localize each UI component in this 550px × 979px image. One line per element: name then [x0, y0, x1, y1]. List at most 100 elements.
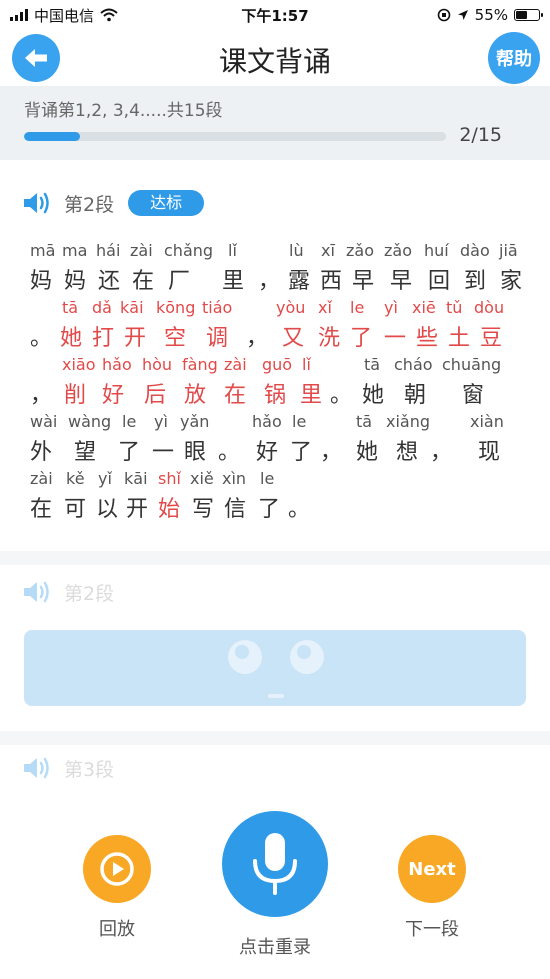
hanzi: 好: [256, 440, 279, 465]
mascot-eye-right-icon: [290, 640, 324, 674]
progress-count: 2/15: [459, 124, 502, 146]
pinyin: yǎn: [180, 412, 210, 431]
hanzi: 了: [290, 440, 313, 465]
hanzi: 了: [118, 440, 141, 465]
pinyin: xiàn: [470, 412, 504, 431]
hanzi: 还: [98, 269, 121, 294]
battery-percent: 55%: [474, 6, 508, 24]
bottom-controls: 回放 点击重录 Next 下一段: [0, 793, 550, 979]
pinyin: xiě: [190, 469, 214, 488]
pinyin: chǎng: [164, 241, 214, 260]
microphone-icon: [253, 833, 297, 895]
section-label: 第2段: [64, 193, 115, 216]
header: 课文背诵 帮助: [0, 30, 550, 86]
hanzi: 了: [258, 497, 281, 522]
section-divider: [0, 551, 550, 565]
pinyin: chuāng: [442, 355, 502, 374]
hanzi: 后: [144, 383, 167, 408]
section-header: 第2段: [22, 578, 114, 606]
pinyin: zǎo: [346, 241, 374, 260]
hanzi: 开: [124, 326, 147, 351]
help-button[interactable]: 帮助: [488, 32, 540, 84]
pinyin: zài: [130, 241, 153, 260]
pinyin: dòu: [474, 298, 505, 317]
status-badge: 达标: [128, 190, 205, 216]
hanzi: 了: [350, 326, 373, 351]
pinyin: fàng: [182, 355, 218, 374]
pinyin: lù: [289, 241, 304, 260]
pinyin: jiā: [499, 241, 518, 260]
hanzi: 在: [132, 269, 155, 294]
pinyin: xiāo: [62, 355, 96, 374]
hanzi: 空: [164, 326, 187, 351]
pinyin: kāi: [120, 298, 144, 317]
pinyin: mā: [30, 241, 56, 260]
next-button[interactable]: Next: [398, 835, 466, 903]
pinyin: yòu: [276, 298, 306, 317]
hanzi: 露: [288, 269, 311, 294]
pinyin: xìn: [222, 469, 247, 488]
hanzi: 土: [448, 326, 471, 351]
pinyin: wàng: [68, 412, 112, 431]
hanzi: 以: [96, 497, 119, 522]
hanzi: 始: [158, 497, 181, 522]
hanzi: ，: [258, 269, 281, 294]
pinyin: tā: [62, 298, 79, 317]
record-button[interactable]: [222, 811, 328, 917]
pinyin: xiǎng: [386, 412, 431, 431]
pinyin: huí: [424, 241, 449, 260]
battery-icon: [514, 9, 543, 21]
hanzi: 在: [224, 383, 247, 408]
hanzi: 朝: [404, 383, 427, 408]
pinyin: le: [122, 412, 137, 431]
hanzi: 厂: [168, 269, 191, 294]
hanzi: 西: [320, 269, 343, 294]
hanzi: 些: [416, 326, 439, 351]
hanzi: 早: [352, 269, 375, 294]
hanzi: 。: [30, 326, 53, 351]
orientation-lock-icon: [437, 8, 450, 22]
pinyin: zài: [30, 469, 53, 488]
pinyin: lǐ: [228, 241, 237, 260]
pinyin: shǐ: [158, 469, 181, 488]
hanzi: 窗: [462, 383, 485, 408]
speaker-icon[interactable]: [22, 189, 52, 217]
hanzi: 可: [64, 497, 87, 522]
pinyin: wài: [30, 412, 58, 431]
section-divider: [0, 731, 550, 745]
pinyin: zǎo: [384, 241, 412, 260]
section-label: 第2段: [64, 582, 115, 605]
status-bar: 中国电信 下午1:57 55%: [0, 0, 550, 30]
hanzi: 。: [288, 497, 311, 522]
pinyin: xǐ: [318, 298, 332, 317]
hanzi: 。: [330, 383, 353, 408]
hanzi: 在: [30, 497, 53, 522]
pinyin: yǐ: [98, 469, 112, 488]
pinyin: xiē: [412, 298, 436, 317]
hanzi: 到: [464, 269, 487, 294]
recording-panel[interactable]: [24, 630, 526, 706]
hanzi: 回: [428, 269, 451, 294]
pinyin: yì: [154, 412, 168, 431]
hanzi: 眼: [184, 440, 207, 465]
replay-button[interactable]: [83, 835, 151, 903]
pinyin: zài: [224, 355, 247, 374]
recitation-progress: 背诵第1,2, 3,4.....共15段 2/15: [0, 86, 550, 160]
record-label: 点击重录: [239, 937, 311, 958]
hanzi: 信: [224, 497, 247, 522]
speaker-icon[interactable]: [22, 578, 52, 606]
hanzi: 里: [222, 269, 245, 294]
hanzi: 锅: [264, 383, 287, 408]
speaker-icon[interactable]: [22, 754, 52, 782]
section-header: 第2段 达标: [22, 189, 205, 217]
pinyin: dào: [460, 241, 490, 260]
pinyin: tā: [364, 355, 381, 374]
pinyin: cháo: [394, 355, 433, 374]
hanzi: 放: [184, 383, 207, 408]
pinyin: tā: [356, 412, 373, 431]
hanzi: ，: [246, 326, 269, 351]
section-label: 第3段: [64, 758, 115, 781]
section-card-active: 第2段 达标 mā ma hái zài chǎng lǐ lù xī zǎo …: [0, 163, 550, 551]
hanzi: ，: [30, 383, 53, 408]
pinyin: hòu: [142, 355, 173, 374]
